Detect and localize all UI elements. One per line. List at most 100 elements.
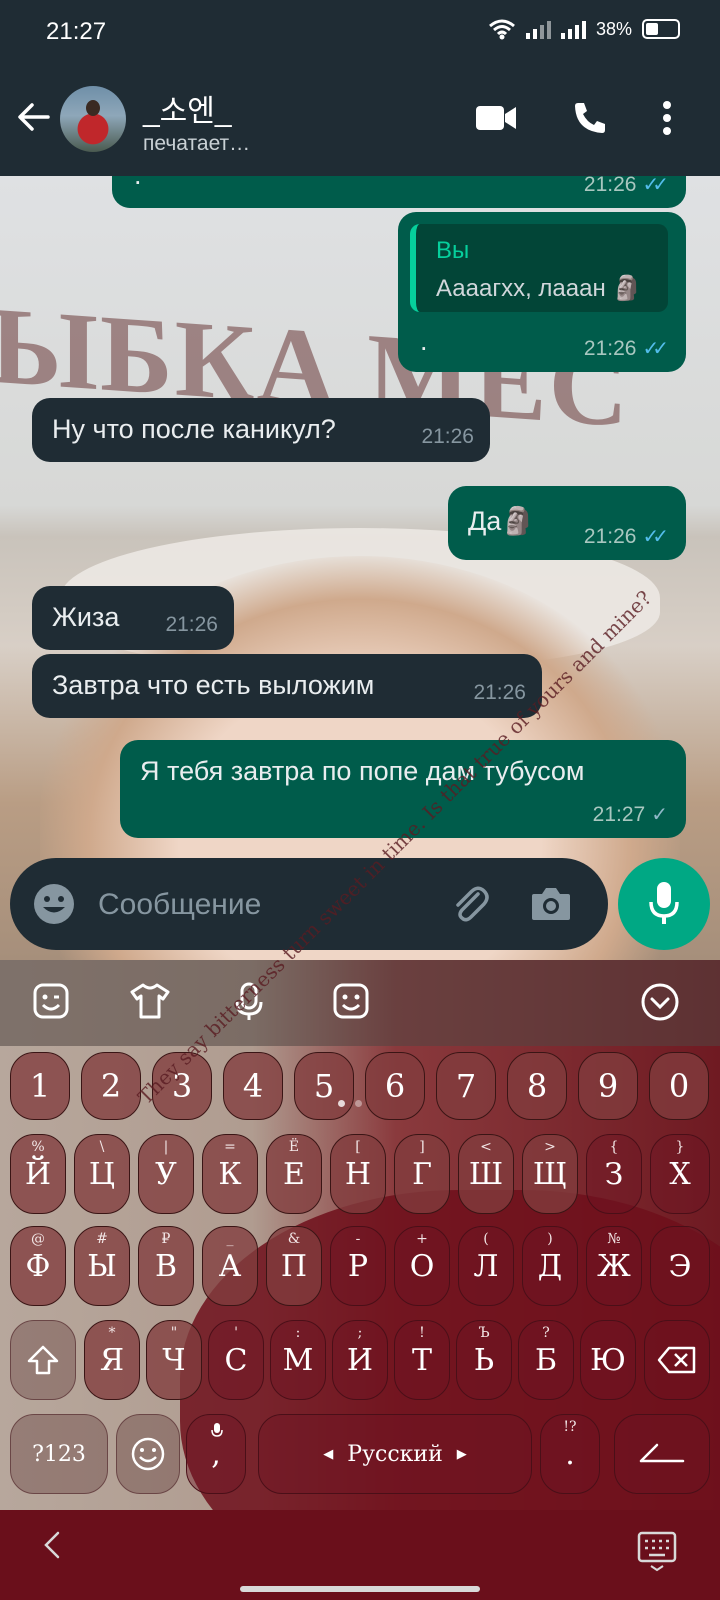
key-letter[interactable]: * Я (84, 1320, 140, 1400)
quoted-reply[interactable]: Вы Аааагхх, лааан 🗿 (410, 224, 668, 312)
camera-icon[interactable] (530, 884, 572, 922)
key-letter[interactable]: ] Г (394, 1134, 450, 1214)
message-time: 21:26 (583, 176, 637, 196)
read-ticks-icon: ✓✓ (642, 526, 668, 548)
quoted-text: Аааагхх, лааан 🗿 (436, 275, 643, 302)
signal-icon (525, 19, 551, 39)
message-text: Ну что после каникул? (52, 414, 336, 444)
key-0[interactable]: 0 (649, 1052, 709, 1120)
period-key[interactable]: !?. (540, 1414, 600, 1494)
key-letter[interactable]: ! Т (394, 1320, 450, 1400)
key-letter[interactable]: Ю (580, 1320, 636, 1400)
key-letter[interactable]: _ А (202, 1226, 258, 1306)
voice-message-button[interactable] (618, 858, 710, 950)
key-letter[interactable]: @ Ф (10, 1226, 66, 1306)
read-ticks-icon: ✓✓ (642, 338, 668, 360)
symbols-key[interactable]: ?123 (10, 1414, 108, 1494)
key-4[interactable]: 4 (223, 1052, 283, 1120)
key-7[interactable]: 7 (436, 1052, 496, 1120)
key-letter[interactable]: № Ж (586, 1226, 642, 1306)
message-text: . (420, 326, 428, 356)
message-bubble-incoming[interactable]: Ну что после каникул? 21:26 (32, 398, 490, 462)
chat-area[interactable]: ЫБКА МЕС . 21:26✓✓ Вы Аааагхх, лааан 🗿 .… (0, 176, 720, 960)
key-letter[interactable]: % Й (10, 1134, 66, 1214)
more-options-icon[interactable] (662, 100, 672, 136)
back-arrow-icon[interactable] (14, 97, 54, 137)
key-letter[interactable]: ) Д (522, 1226, 578, 1306)
key-letter[interactable]: {З (586, 1134, 642, 1214)
shift-icon (27, 1345, 59, 1375)
key-letter[interactable]: ₽ В (138, 1226, 194, 1306)
emoji-key[interactable] (116, 1414, 180, 1494)
key-letter[interactable]: \ Ц (74, 1134, 130, 1214)
enter-icon (639, 1443, 685, 1463)
message-time: 21:26 (583, 337, 637, 360)
message-bubble-outgoing[interactable]: Вы Аааагхх, лааан 🗿 . 21:26 ✓✓ (398, 212, 686, 372)
key-letter[interactable]: ? Б (518, 1320, 574, 1400)
message-text: Завтра что есть выложим (52, 670, 375, 700)
microphone-icon (649, 882, 679, 924)
message-text: Я тебя завтра по попе дам тубусом (140, 756, 585, 786)
read-ticks-icon: ✓✓ (642, 176, 668, 196)
key-2[interactable]: 2 (81, 1052, 141, 1120)
emoji-icon[interactable] (32, 882, 76, 926)
avatar[interactable] (60, 86, 126, 152)
contact-name[interactable]: _소엔_ (143, 86, 232, 130)
nav-back-icon[interactable] (40, 1530, 64, 1560)
key-8[interactable]: 8 (507, 1052, 567, 1120)
message-input[interactable]: Сообщение (98, 888, 261, 922)
system-nav-bar (0, 1510, 720, 1600)
key-letter[interactable]: < Ш (458, 1134, 514, 1214)
key-letter[interactable]: ; И (332, 1320, 388, 1400)
sticker-icon[interactable] (32, 982, 70, 1020)
theme-shirt-icon[interactable] (130, 982, 170, 1020)
collapse-keyboard-icon[interactable] (640, 982, 680, 1022)
message-bubble-incoming[interactable]: Жиза 21:26 (32, 586, 234, 650)
comma-key[interactable]: , (186, 1414, 246, 1494)
key-1[interactable]: 1 (10, 1052, 70, 1120)
message-text: Да🗿 (468, 506, 535, 536)
chat-header: _소엔_ печатает… (0, 62, 720, 176)
key-5[interactable]: 5 (294, 1052, 354, 1120)
message-meta: 21:26 (165, 608, 218, 642)
key-letter[interactable]: [Н (330, 1134, 386, 1214)
attach-icon[interactable] (448, 882, 492, 926)
key-letter[interactable]: ЁЕ (266, 1134, 322, 1214)
key-letter[interactable]: } Х (650, 1134, 710, 1214)
home-gesture-bar[interactable] (240, 1586, 480, 1592)
wifi-icon (489, 19, 515, 40)
key-letter[interactable]: Э (650, 1226, 710, 1306)
space-bar[interactable]: ◀ Русский ▶ (258, 1414, 532, 1494)
key-letter[interactable]: > Щ (522, 1134, 578, 1214)
key-letter[interactable]: | У (138, 1134, 194, 1214)
emoji-keyboard-icon[interactable] (332, 982, 370, 1020)
status-icons: 38% (488, 18, 680, 40)
key-letter[interactable]: ' С (208, 1320, 264, 1400)
phone-call-icon[interactable] (572, 100, 608, 136)
signal-icon-2 (560, 19, 586, 39)
key-letter[interactable]: :М (270, 1320, 326, 1400)
video-call-icon[interactable] (476, 104, 516, 132)
enter-key[interactable] (614, 1414, 710, 1494)
message-bubble-outgoing[interactable]: . 21:26✓✓ (112, 176, 686, 208)
quoted-author: Вы (436, 237, 470, 264)
key-letter[interactable]: + О (394, 1226, 450, 1306)
key-letter[interactable]: (Л (458, 1226, 514, 1306)
key-letter[interactable]: " Ч (146, 1320, 202, 1400)
key-letter[interactable]: # Ы (74, 1226, 130, 1306)
message-text: Жиза (52, 602, 120, 632)
key-letter[interactable]: & П (266, 1226, 322, 1306)
backspace-icon (657, 1346, 696, 1374)
message-meta: 21:26 ✓✓ (583, 332, 669, 366)
shift-key[interactable] (10, 1320, 76, 1400)
keyboard-switch-icon[interactable] (636, 1530, 678, 1572)
backspace-key[interactable] (644, 1320, 710, 1400)
message-bubble-outgoing[interactable]: Да🗿 21:26 ✓✓ (448, 486, 686, 560)
key-letter[interactable]: -Р (330, 1226, 386, 1306)
key-9[interactable]: 9 (578, 1052, 638, 1120)
battery-percent: 38% (595, 18, 632, 39)
key-letter[interactable]: ЪЬ (456, 1320, 512, 1400)
key-letter[interactable]: = К (202, 1134, 258, 1214)
message-bubble-incoming[interactable]: Завтра что есть выложим 21:26 (32, 654, 542, 718)
key-6[interactable]: 6 (365, 1052, 425, 1120)
